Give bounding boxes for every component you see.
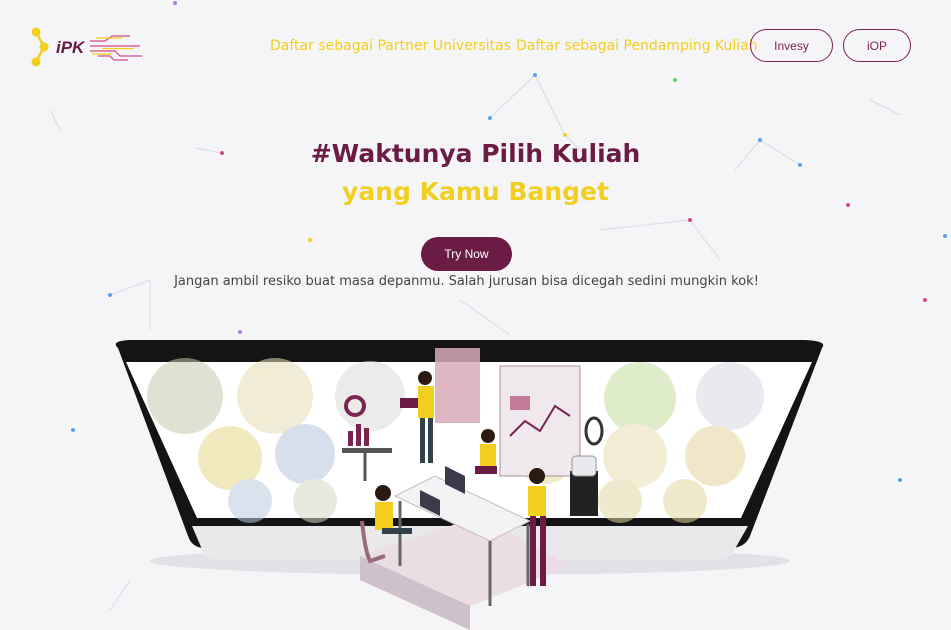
svg-text:iPK: iPK xyxy=(56,38,86,57)
hero-title-line1: #Waktunya Pilih Kuliah xyxy=(310,139,641,168)
hero-title-line2: yang Kamu Banget xyxy=(342,177,609,206)
nav-pendamping-kuliah[interactable]: Daftar sebagai Pendamping Kuliah xyxy=(516,38,758,54)
ipk-logo[interactable]: iPK xyxy=(30,26,148,68)
hero-subtitle: Jangan ambil resiko buat masa depanmu. S… xyxy=(174,274,759,289)
iop-button[interactable]: iOP xyxy=(843,29,911,62)
hero-illustration xyxy=(115,340,824,630)
try-now-button[interactable]: Try Now xyxy=(421,237,512,271)
invesy-button[interactable]: Invesy xyxy=(750,29,833,62)
nav-partner-universitas[interactable]: Daftar sebagai Partner Universitas xyxy=(270,38,511,54)
